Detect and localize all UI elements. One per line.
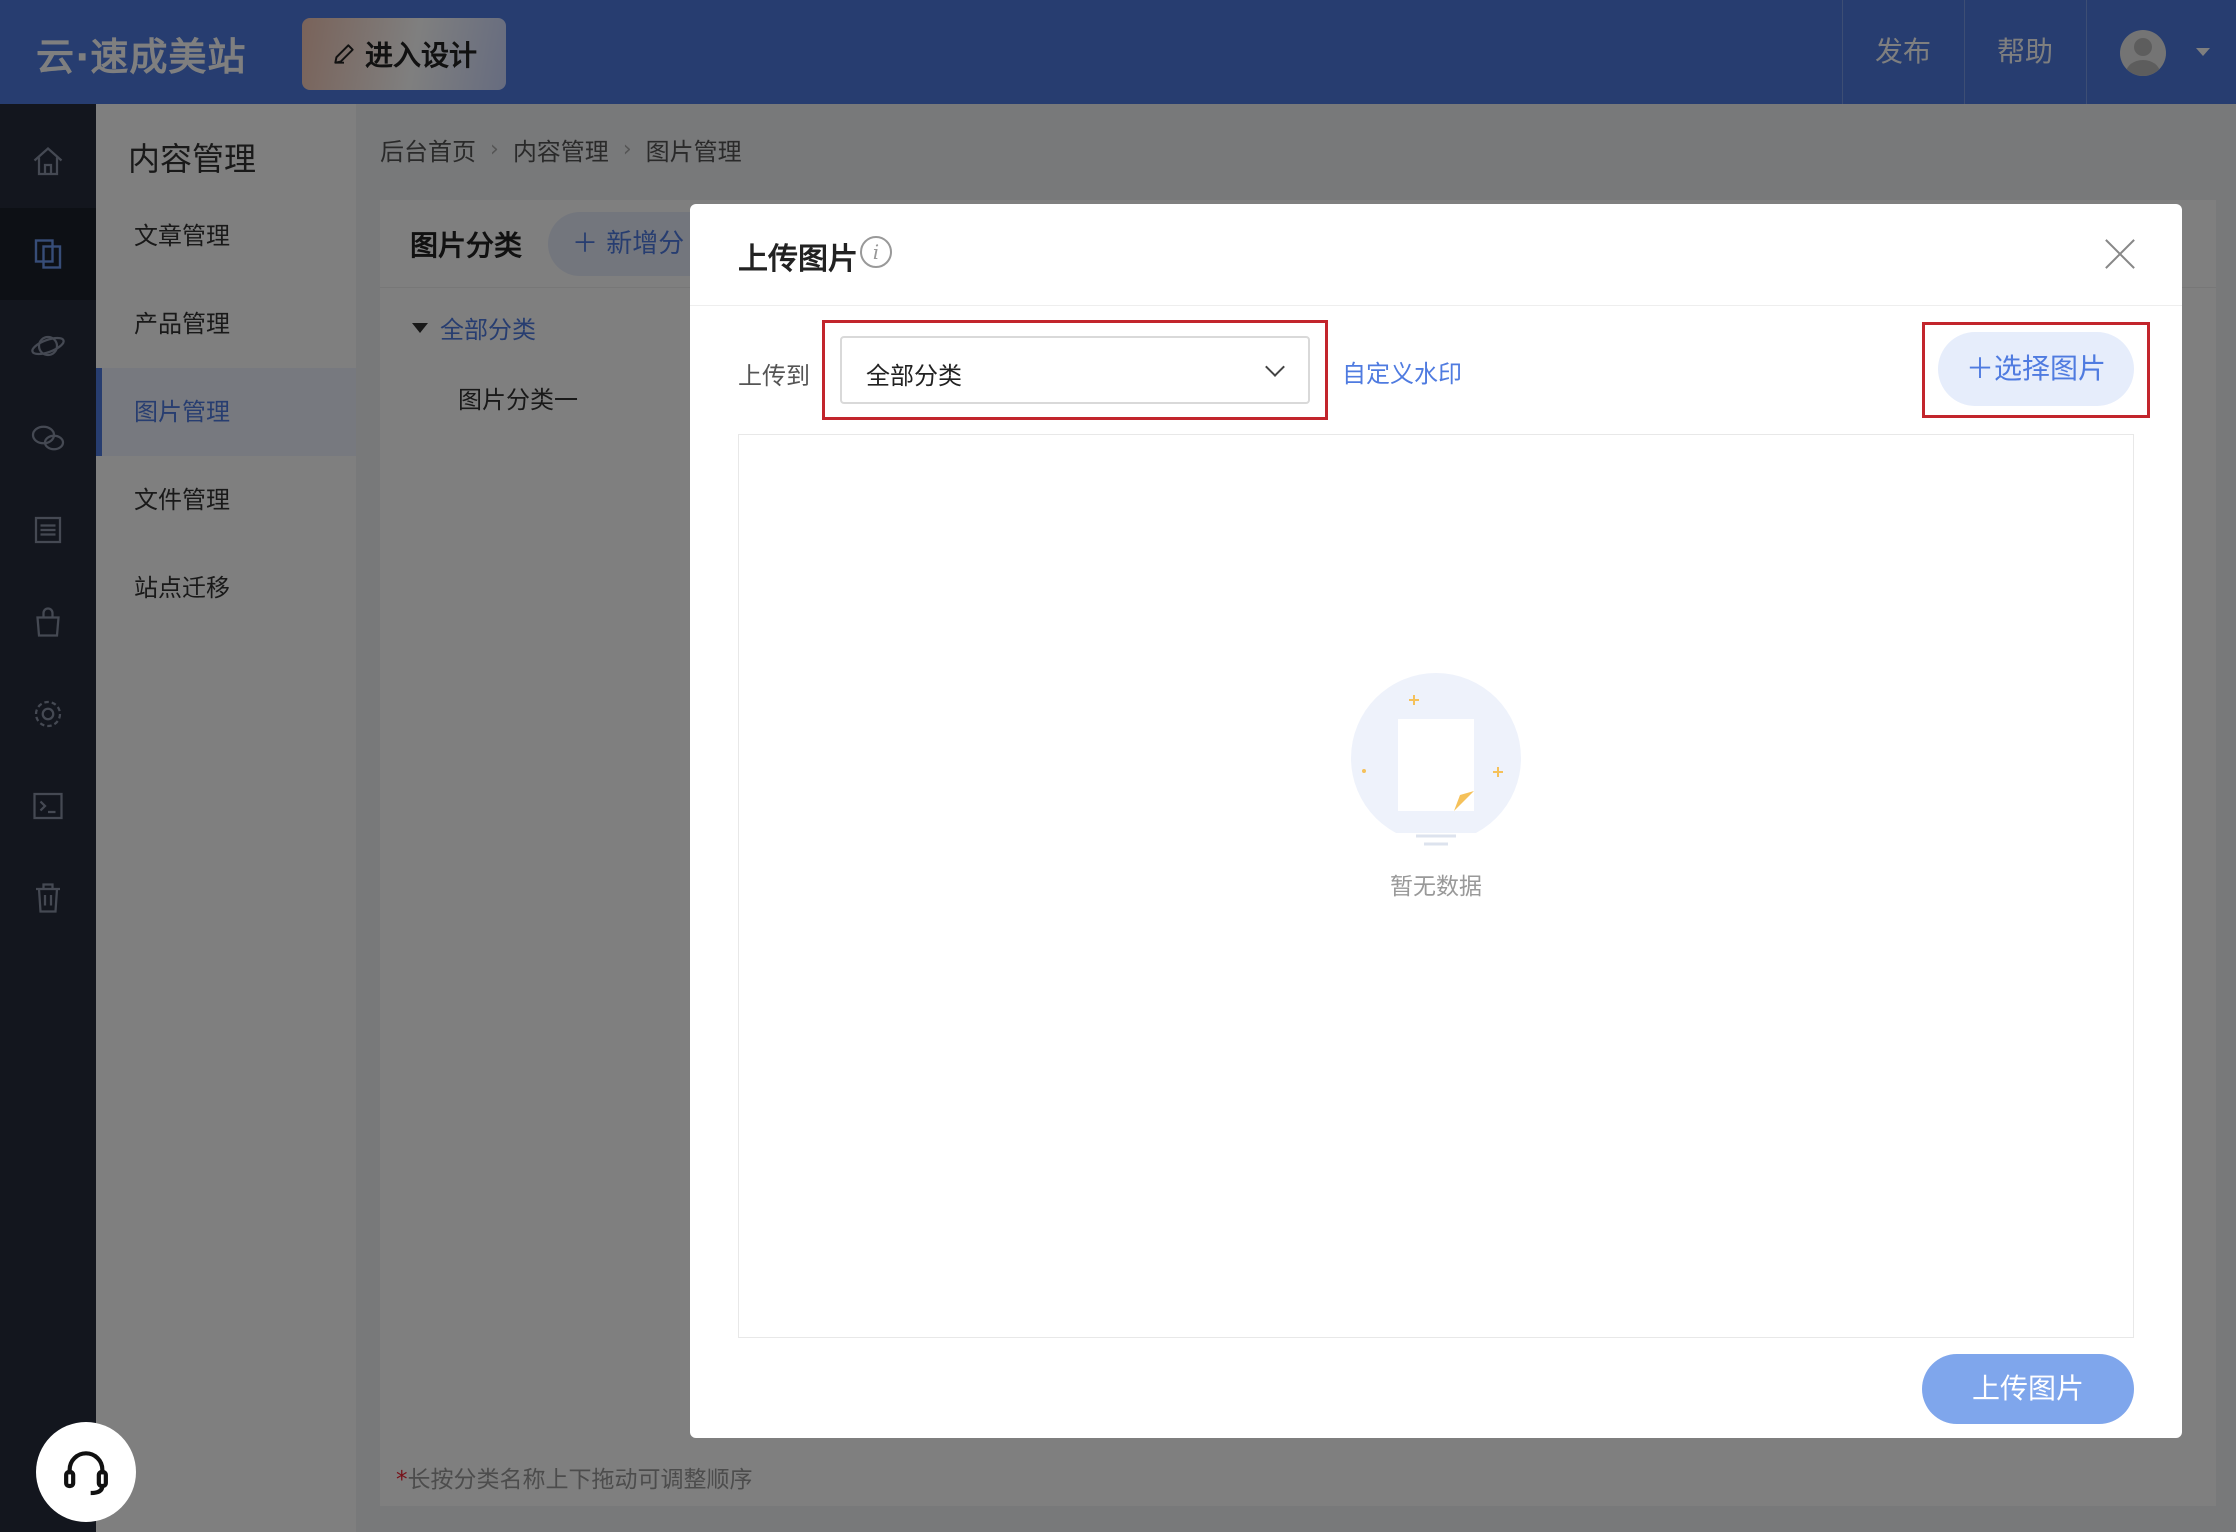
customer-service-button[interactable] <box>36 1422 136 1522</box>
choose-image-label: 选择图片 <box>1994 352 2107 385</box>
dialog-title: 上传图片 <box>738 242 858 277</box>
dialog-header: 上传图片 i <box>690 204 2182 306</box>
choose-image-button[interactable]: ＋选择图片 <box>1938 332 2134 406</box>
empty-document-icon <box>1351 673 1521 855</box>
category-select-value: 全部分类 <box>866 362 962 390</box>
custom-watermark-link[interactable]: 自定义水印 <box>1342 354 1462 389</box>
plus-icon: ＋ <box>1965 352 1994 385</box>
upload-image-button[interactable]: 上传图片 <box>1922 1354 2134 1424</box>
info-icon[interactable]: i <box>860 236 892 268</box>
image-dropzone[interactable]: 暂无数据 <box>738 434 2134 1338</box>
chevron-down-icon <box>1265 357 1285 377</box>
empty-state <box>739 673 2133 857</box>
category-select[interactable]: 全部分类 <box>840 336 1310 404</box>
close-icon[interactable] <box>2104 238 2136 270</box>
headset-icon <box>64 1451 108 1496</box>
empty-state-text: 暂无数据 <box>1390 874 1482 900</box>
upload-to-label: 上传到 <box>738 362 810 390</box>
upload-image-dialog: 上传图片 i 上传到 全部分类 自定义水印 ＋选择图片 暂无数据 上传图片 <box>690 204 2182 1438</box>
